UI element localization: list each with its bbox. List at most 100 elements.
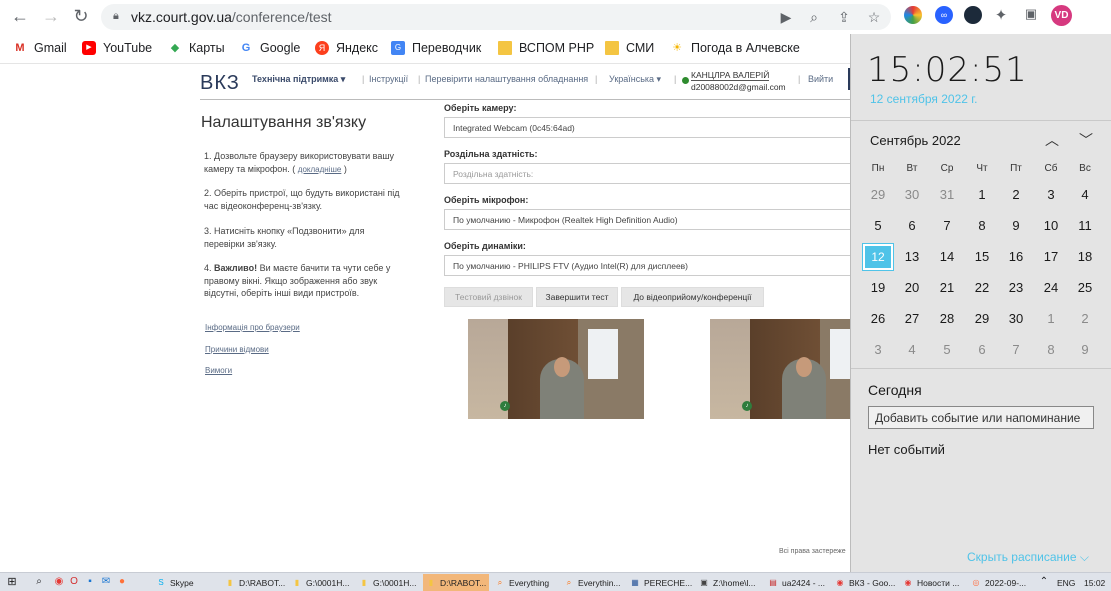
taskbar-app-3[interactable]: ▮ G:\0001H...: [289, 574, 353, 591]
calendar-day[interactable]: 9: [1070, 337, 1100, 363]
calendar-day[interactable]: 14: [932, 244, 962, 270]
share-icon[interactable]: ⇪: [835, 9, 853, 26]
go-to-conference-button[interactable]: До відеоприйому/конференції: [621, 287, 764, 307]
language-indicator[interactable]: ENG: [1054, 574, 1078, 591]
calendar-day[interactable]: 6: [897, 213, 927, 239]
calendar-day[interactable]: 8: [967, 213, 997, 239]
calendar-day[interactable]: 11: [1070, 213, 1100, 239]
calendar-day[interactable]: 19: [863, 275, 893, 301]
hide-schedule-link[interactable]: Скрыть расписание ⌵: [967, 550, 1089, 565]
calendar-day[interactable]: 1: [1036, 306, 1066, 332]
calendar-day[interactable]: 8: [1036, 337, 1066, 363]
resolution-select[interactable]: Роздільна здатність:: [444, 163, 850, 184]
calendar-day[interactable]: 29: [967, 306, 997, 332]
taskbar-app-10[interactable]: ▤ ua2424 - ...: [765, 574, 829, 591]
calendar-day[interactable]: 13: [897, 244, 927, 270]
calendar-day[interactable]: 26: [863, 306, 893, 332]
camera-select[interactable]: Integrated Webcam (0c45:64ad): [444, 117, 850, 138]
bookmark-youtube[interactable]: ▶ YouTube: [82, 39, 152, 57]
taskbar-clock[interactable]: 15:02: [1081, 574, 1111, 591]
calendar-month[interactable]: Сентябрь 2022: [870, 133, 961, 148]
clock-date[interactable]: 12 сентября 2022 г.: [870, 92, 978, 106]
chevron-up-icon[interactable]: ︿: [1042, 130, 1062, 150]
bookmark-maps[interactable]: ◆ Карты: [168, 39, 225, 57]
calendar-day[interactable]: 4: [1070, 182, 1100, 208]
speakers-select[interactable]: По умолчанию - PHILIPS FTV (Аудио Intel(…: [444, 255, 850, 276]
reload-icon[interactable]: ↻: [70, 5, 92, 27]
start-icon[interactable]: ⊞: [6, 576, 18, 588]
calendar-day[interactable]: 16: [1001, 244, 1031, 270]
extension-icon[interactable]: [904, 6, 922, 24]
bookmark-google[interactable]: G Google: [239, 39, 301, 57]
calendar-day[interactable]: 7: [932, 213, 962, 239]
tray-up-icon[interactable]: ⌃: [1038, 576, 1050, 588]
nav-instructions[interactable]: Інструкції: [369, 74, 408, 84]
bookmark-gmail[interactable]: M Gmail: [13, 39, 66, 57]
calendar-day[interactable]: 2: [1070, 306, 1100, 332]
site-logo[interactable]: ВКЗ: [200, 72, 240, 95]
calendar-day[interactable]: 17: [1036, 244, 1066, 270]
app-icon[interactable]: ▪: [84, 576, 96, 588]
taskbar-app-6[interactable]: ⌕ Everything: [492, 574, 558, 591]
calendar-day[interactable]: 15: [967, 244, 997, 270]
extension-globe-icon[interactable]: [964, 6, 982, 24]
calendar-day[interactable]: 3: [1036, 182, 1066, 208]
bookmark-yandex[interactable]: Я Яндекс: [315, 39, 378, 57]
sidepanel-icon[interactable]: ▣: [1022, 6, 1040, 22]
address-bar[interactable]: 🔒︎ vkz.court.gov.ua/conference/test ▶ ⌕ …: [101, 4, 891, 30]
search-icon[interactable]: ⌕: [33, 576, 45, 588]
calendar-day[interactable]: 22: [967, 275, 997, 301]
firefox-icon[interactable]: ●: [116, 576, 128, 588]
mail-icon[interactable]: ✉: [100, 576, 112, 588]
bookmark-folder-vspom[interactable]: ВСПОМ РНР: [498, 39, 594, 57]
calendar-day[interactable]: 1: [967, 182, 997, 208]
calendar-day[interactable]: 4: [897, 337, 927, 363]
nav-support[interactable]: Технічна підтримка ▾: [252, 74, 345, 85]
calendar-day[interactable]: 27: [897, 306, 927, 332]
microphone-select[interactable]: По умолчанию - Микрофон (Realtek High De…: [444, 209, 850, 230]
calendar-day[interactable]: 20: [897, 275, 927, 301]
calendar-day[interactable]: 18: [1070, 244, 1100, 270]
calendar-day-today[interactable]: 12: [863, 244, 893, 270]
forward-icon[interactable]: →: [40, 5, 62, 27]
end-test-button[interactable]: Завершити тест: [536, 287, 618, 307]
calendar-day[interactable]: 29: [863, 182, 893, 208]
taskbar-app-12[interactable]: ◉ Новости ...: [900, 574, 966, 591]
taskbar-app-11[interactable]: ◉ ВКЗ - Goo...: [832, 574, 898, 591]
zoom-icon[interactable]: ⌕: [805, 9, 823, 26]
taskbar-app-13[interactable]: ◎ 2022-09-...: [968, 574, 1030, 591]
calendar-day[interactable]: 9: [1001, 213, 1031, 239]
calendar-day[interactable]: 3: [863, 337, 893, 363]
calendar-day[interactable]: 30: [897, 182, 927, 208]
calendar-day[interactable]: 30: [1001, 306, 1031, 332]
calendar-day[interactable]: 5: [863, 213, 893, 239]
calendar-day[interactable]: 24: [1036, 275, 1066, 301]
back-icon[interactable]: ←: [9, 5, 31, 27]
profile-avatar[interactable]: VD: [1051, 5, 1072, 26]
calendar-day[interactable]: 5: [932, 337, 962, 363]
extension-loop-icon[interactable]: ∞: [935, 6, 953, 24]
star-icon[interactable]: ☆: [865, 9, 883, 26]
opera-icon[interactable]: O: [68, 576, 80, 588]
requirements-link[interactable]: Вимоги: [205, 366, 232, 375]
logout-link[interactable]: Вийти: [808, 74, 833, 84]
calendar-day[interactable]: 6: [967, 337, 997, 363]
calendar-day[interactable]: 2: [1001, 182, 1031, 208]
test-call-button[interactable]: Тестовий дзвінок: [444, 287, 533, 307]
taskbar-app-2[interactable]: ▮ D:\RABOT...: [222, 574, 286, 591]
details-link[interactable]: докладніше: [298, 165, 342, 174]
taskbar-app-4[interactable]: ▮ G:\0001H...: [356, 574, 420, 591]
taskbar-app-9[interactable]: ▣ Z:\home\l...: [696, 574, 762, 591]
taskbar-app-7[interactable]: ⌕ Everythin...: [561, 574, 623, 591]
add-event-input[interactable]: Добавить событие или напоминание: [868, 406, 1094, 429]
calendar-day[interactable]: 10: [1036, 213, 1066, 239]
calendar-day[interactable]: 28: [932, 306, 962, 332]
taskbar-app-5[interactable]: ▮ D:\RABOT...: [423, 574, 489, 591]
taskbar-app-8[interactable]: ▦ PERECHE...: [627, 574, 693, 591]
camera-icon[interactable]: ▶: [777, 9, 795, 26]
calendar-day[interactable]: 25: [1070, 275, 1100, 301]
browser-info-link[interactable]: Інформація про браузери: [205, 323, 300, 332]
nav-check-settings[interactable]: Перевірити налаштування обладнання: [425, 74, 588, 84]
calendar-day[interactable]: 21: [932, 275, 962, 301]
user-name[interactable]: КАНЦЛРА ВАЛЕРІЙ: [691, 70, 770, 81]
